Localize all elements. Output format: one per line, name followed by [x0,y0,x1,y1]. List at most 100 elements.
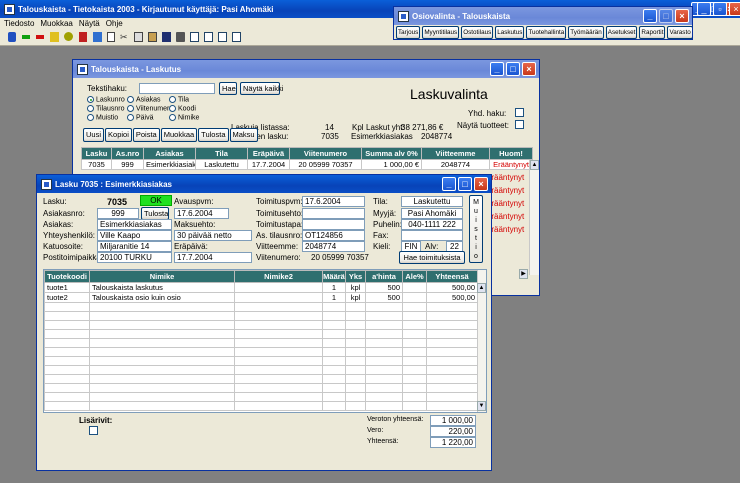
table-cell[interactable] [345,338,366,348]
table-cell[interactable] [402,356,427,366]
menu-item-tiedosto[interactable]: Tiedosto [4,18,34,29]
asiakas-field[interactable]: Esimerkkiasiakas [97,219,172,230]
table-cell[interactable] [89,392,235,402]
table-cell[interactable] [402,320,427,330]
table-row[interactable] [44,383,478,393]
show-all-button[interactable]: Näytä kaikki [240,82,283,95]
table-cell[interactable] [234,311,323,321]
close-icon[interactable]: × [675,9,689,23]
button-muokkaa[interactable]: Muokkaa [160,128,198,142]
menu-item-muokkaa[interactable]: Muokkaa [40,18,72,29]
lisarivit-checkbox[interactable] [89,426,98,435]
menu-item-ohje[interactable]: Ohje [106,18,123,29]
table-cell[interactable] [365,338,403,348]
printer-icon[interactable] [176,32,185,42]
table-cell[interactable] [44,302,90,312]
table-cell[interactable] [426,320,478,330]
table-cell[interactable] [345,374,366,384]
katuosoite-field[interactable]: Miljaranitie 14 [97,241,172,252]
table-cell[interactable] [426,329,478,339]
shortcut-button-myyntitilaus[interactable]: Myyntitilaus [422,26,460,39]
table-cell[interactable]: tuote2 [44,292,90,303]
table-cell[interactable] [402,302,427,312]
radio-button-icon[interactable] [127,113,134,121]
shortcut-button-tarjous[interactable]: Tarjous [396,26,421,39]
table-cell[interactable] [234,329,323,339]
column-header[interactable]: Tila [195,147,248,160]
table-cell[interactable] [426,302,478,312]
table-cell[interactable] [365,392,403,402]
radio-muistio[interactable]: Muistio [87,113,125,123]
table-cell[interactable] [44,320,90,330]
column-header[interactable]: Summa alv 0% [361,147,422,160]
report-icon[interactable] [204,32,213,42]
table-cell[interactable] [234,292,323,303]
table-cell[interactable] [345,329,366,339]
button-tulosta[interactable]: Tulosta [198,128,229,142]
table-cell[interactable] [89,401,235,411]
table-row[interactable] [44,401,478,411]
radio-koodi[interactable]: Koodi [169,104,199,114]
table-row[interactable] [44,365,478,375]
table-cell[interactable] [234,374,323,384]
postitoimipaikka-field[interactable]: 20100 TURKU [97,252,172,263]
table-cell[interactable] [345,356,366,366]
table-cell[interactable] [322,302,346,312]
column-header[interactable]: Eräpäivä [247,147,290,160]
toimitustapa-field[interactable] [302,219,365,230]
table-cell[interactable] [345,311,366,321]
radio-button-icon[interactable] [87,104,94,112]
table-cell[interactable] [44,374,90,384]
table-cell[interactable] [402,311,427,321]
table-cell[interactable] [322,320,346,330]
table-cell[interactable] [365,320,403,330]
table-cell[interactable] [89,311,235,321]
preview-icon[interactable] [190,32,199,42]
viitteemme-field[interactable]: 2048774 [302,241,365,252]
table-cell[interactable] [44,311,90,321]
table-cell[interactable] [89,356,235,366]
muistio-button[interactable]: Muistio [469,195,483,263]
radio-päivä[interactable]: Päivä [127,113,173,123]
table-cell[interactable] [322,365,346,375]
table-cell[interactable] [426,347,478,357]
column-header[interactable]: Tuotekoodi [44,270,90,283]
radio-button-icon[interactable] [127,104,134,112]
column-header[interactable]: Nimike2 [234,270,323,283]
scroll-up-icon[interactable]: ▲ [477,283,486,293]
table-cell[interactable] [345,383,366,393]
table-cell[interactable] [345,365,366,375]
table-cell[interactable] [402,338,427,348]
table-cell[interactable] [322,311,346,321]
table-cell[interactable] [322,338,346,348]
lasku-titlebar[interactable]: Lasku 7035 : Esimerkkiasiakas _ □ × [37,175,491,193]
table-cell[interactable]: 1 [322,292,346,303]
table-cell[interactable]: tuote1 [44,282,90,293]
maximize-icon[interactable]: □ [458,177,472,191]
radio-tila[interactable]: Tila [169,96,199,105]
table-cell[interactable] [322,392,346,402]
radio-tilausnro[interactable]: Tilausnro [87,104,125,114]
table-cell[interactable] [345,320,366,330]
table-cell[interactable] [234,347,323,357]
table-cell[interactable] [234,383,323,393]
fax-field[interactable] [401,230,463,241]
nayta-tuotteet-checkbox[interactable] [515,120,524,129]
avauspvm-field[interactable]: 17.6.2004 [174,208,229,219]
table-cell[interactable] [426,374,478,384]
column-header[interactable]: Yks [345,270,366,283]
table-cell[interactable] [234,392,323,402]
shortcut-button-ostotilaus[interactable]: Ostotilaus [461,26,494,39]
table-row[interactable]: tuote1 Talouskaista laskutus 1 kpl 500 500,00 [44,282,478,293]
table-cell[interactable] [365,401,403,411]
laskutus-titlebar[interactable]: Talouskaista - Laskutus _ □ × [73,60,539,78]
table-cell[interactable]: Talouskaista laskutus [89,282,235,293]
shortcut-button-laskutus[interactable]: Laskutus [495,26,525,39]
user-icon[interactable] [50,32,59,42]
table-cell[interactable]: kpl [345,282,366,293]
button-kopioi[interactable]: Kopioi [105,128,132,142]
toimituspvm-field[interactable]: 17.6.2004 [302,196,365,207]
table-cell[interactable] [89,338,235,348]
table-cell[interactable] [322,383,346,393]
table-row[interactable]: 7035999EsimerkkiasiakasLaskutettu17.7.20… [81,159,533,170]
